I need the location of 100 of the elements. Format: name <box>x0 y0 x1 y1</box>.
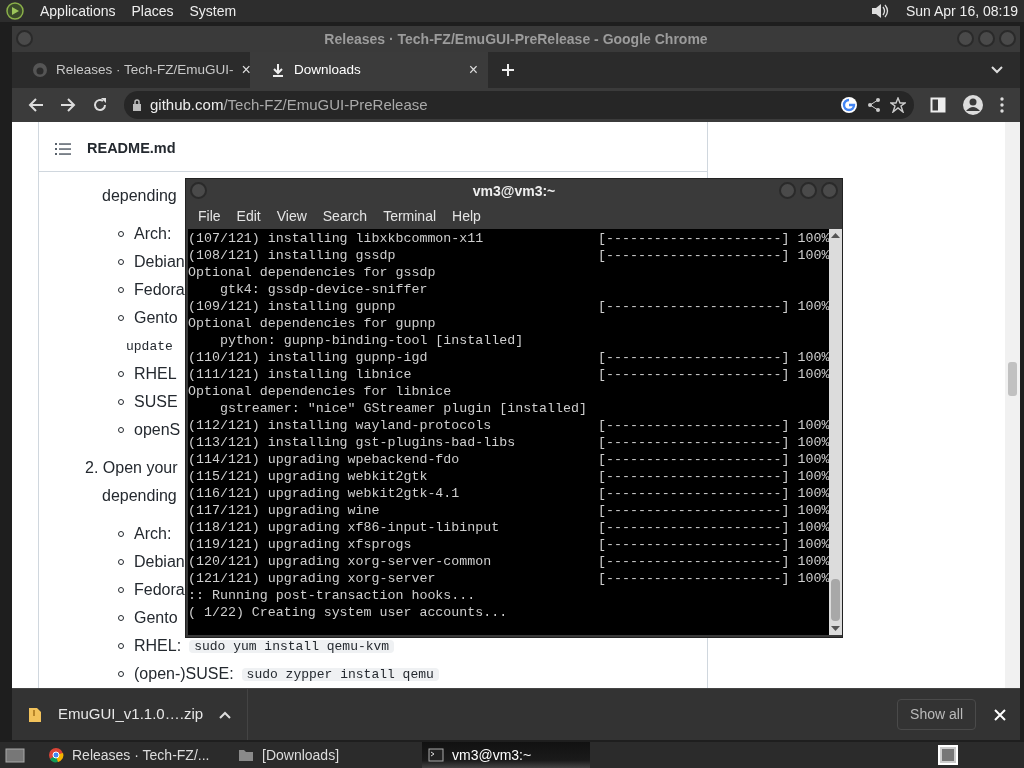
url-text[interactable]: github.com/Tech-FZ/EmuGUI-PreRelease <box>150 93 428 117</box>
window-title: vm3@vm3:~ <box>472 181 556 201</box>
terminal-icon <box>428 747 444 763</box>
back-icon[interactable] <box>28 97 44 113</box>
list-text: Debian <box>134 552 185 572</box>
star-icon[interactable] <box>890 97 906 113</box>
list-text: RHEL: <box>134 636 182 656</box>
progress-text: [----------------------] 100% <box>598 366 830 383</box>
taskbar-item[interactable]: vm3@vm3:~ <box>422 742 590 768</box>
lock-icon <box>132 99 142 111</box>
list-text: RHEL <box>134 364 177 384</box>
caret-up-icon[interactable] <box>219 710 232 719</box>
progress-text: [----------------------] 100% <box>598 570 830 587</box>
progress-text: [----------------------] 100% <box>598 451 830 468</box>
progress-text: [----------------------] 100% <box>598 468 830 485</box>
new-tab-icon[interactable] <box>500 62 516 78</box>
show-desktop-icon[interactable] <box>4 746 26 764</box>
scrollbar[interactable] <box>1005 122 1020 688</box>
list-text: Gento <box>134 608 178 628</box>
browser-tab[interactable]: Downloads × <box>250 52 488 88</box>
progress-text: [----------------------] 100% <box>598 349 830 366</box>
terminal-line: :: Running post-transaction hooks... <box>188 587 476 604</box>
list-text: depending <box>102 486 177 506</box>
terminal-line: (114/121) upgrading wpebackend-fdo <box>188 451 461 468</box>
terminal-line: (110/121) installing gupnp-igd <box>188 349 429 366</box>
browser-tab[interactable]: Releases · Tech-FZ/EmuGUI- × <box>12 52 250 88</box>
progress-text: [----------------------] 100% <box>598 230 830 247</box>
share-icon[interactable] <box>866 97 882 113</box>
terminal-line: gstreamer: "nice" GStreamer plugin [installed] <box>218 400 587 417</box>
file-name: EmuGUI_v1.1.0….zip <box>58 704 204 725</box>
list-text: Fedora <box>134 280 185 300</box>
chrome-icon <box>48 747 64 763</box>
menu-item[interactable]: Search <box>314 205 376 227</box>
scroll-up-icon[interactable] <box>831 232 841 238</box>
forward-icon[interactable] <box>60 97 76 113</box>
download-item[interactable]: EmuGUI_v1.1.0….zip <box>12 689 249 740</box>
close-tab-button[interactable]: × <box>241 58 251 82</box>
scrollbar[interactable] <box>829 229 842 635</box>
list-text: 2. Open your <box>85 458 178 478</box>
menu-item[interactable]: File <box>190 205 229 227</box>
terminal-line: ( 1/22) Creating system user accounts... <box>188 604 508 621</box>
terminal-line: (115/121) upgrading webkit2gtk <box>188 468 429 485</box>
scrollbar-thumb[interactable] <box>1008 362 1017 396</box>
terminal-line: (111/121) installing libnice <box>188 366 413 383</box>
download-icon <box>270 62 286 78</box>
profile-icon[interactable] <box>962 94 984 116</box>
chevron-down-icon[interactable] <box>990 65 1004 75</box>
list-text: depending <box>102 186 177 206</box>
scroll-down-icon[interactable] <box>831 626 841 632</box>
list-icon[interactable] <box>55 141 71 156</box>
menu-icon[interactable] <box>1000 97 1004 113</box>
progress-text: [----------------------] 100% <box>598 502 830 519</box>
terminal-line: (113/121) installing gst-plugins-bad-libs <box>188 434 517 451</box>
menu-item[interactable]: Edit <box>228 205 269 227</box>
list-text: Gento <box>134 308 178 328</box>
clock[interactable]: Sun Apr 16, 08:19 <box>905 0 1018 22</box>
code-snippet: update <box>126 339 174 353</box>
logo-icon[interactable] <box>6 2 24 20</box>
panel-menu[interactable]: Places <box>131 0 174 22</box>
terminal-line: (121/121) upgrading xorg-server <box>188 570 437 587</box>
terminal-line: (108/121) installing gssdp <box>188 247 397 264</box>
list-text: Arch: <box>134 524 172 544</box>
folder-icon <box>238 747 254 763</box>
progress-text: [----------------------] 100% <box>598 485 830 502</box>
workspace-icon[interactable] <box>938 745 958 765</box>
code-snippet: sudo yum install qemu-kvm <box>189 639 395 653</box>
terminal-line: Optional dependencies for libnice <box>188 383 452 400</box>
progress-text: [----------------------] 100% <box>598 247 830 264</box>
volume-icon[interactable] <box>869 2 890 20</box>
menu-item[interactable]: Terminal <box>375 205 445 227</box>
close-tab-button[interactable]: × <box>468 58 478 82</box>
show-all-button[interactable]: Show all <box>897 699 976 730</box>
menu-item[interactable]: Help <box>444 205 489 227</box>
side-panel-icon[interactable] <box>930 97 946 113</box>
terminal-line: (120/121) upgrading xorg-server-common <box>188 553 493 570</box>
taskbar-item[interactable]: Releases · Tech-FZ/... <box>42 742 232 768</box>
tab-label: Releases · Tech-FZ/EmuGUI- <box>56 60 234 79</box>
panel-menu[interactable]: System <box>189 0 237 22</box>
terminal-line: (112/121) installing wayland-protocols <box>188 417 493 434</box>
terminal-line: (109/121) installing gupnp <box>188 298 397 315</box>
terminal-line: gtk4: gssdp-device-sniffer <box>218 281 428 298</box>
panel-menu[interactable]: Applications <box>40 0 116 22</box>
address-bar[interactable]: github.com/Tech-FZ/EmuGUI-PreRelease <box>124 91 914 119</box>
scrollbar-thumb[interactable] <box>831 579 840 621</box>
terminal-line: Optional dependencies for gupnp <box>188 315 436 332</box>
progress-text: [----------------------] 100% <box>598 417 830 434</box>
github-icon <box>32 62 48 78</box>
close-icon[interactable] <box>994 708 1006 721</box>
progress-text: [----------------------] 100% <box>598 536 830 553</box>
google-icon[interactable] <box>840 96 858 114</box>
menu-item[interactable]: View <box>268 205 315 227</box>
progress-text: [----------------------] 100% <box>598 519 830 536</box>
zip-file-icon <box>28 706 42 723</box>
terminal-line: python: gupnp-binding-tool [installed] <box>218 332 524 349</box>
terminal-line: (117/121) upgrading wine <box>188 502 381 519</box>
tab-label: Downloads <box>294 60 361 79</box>
taskbar-item[interactable]: [Downloads] <box>232 742 422 768</box>
code-snippet: sudo zypper install qemu <box>241 667 439 681</box>
reload-icon[interactable] <box>92 97 108 113</box>
list-text: SUSE <box>134 392 178 412</box>
